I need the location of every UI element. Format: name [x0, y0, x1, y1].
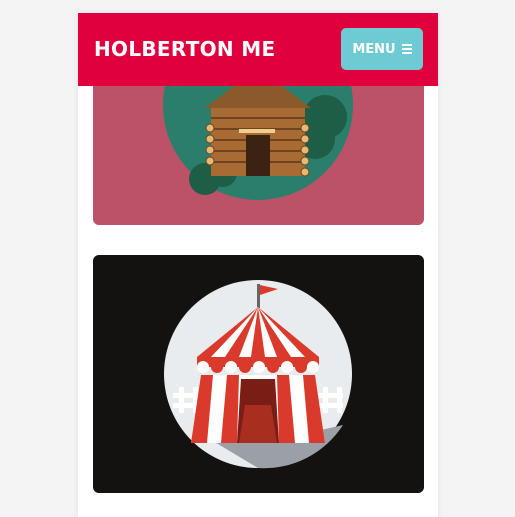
menu-label: MENU: [352, 41, 396, 57]
hamburger-icon: [401, 44, 412, 54]
menu-button[interactable]: MENU: [341, 28, 423, 70]
site-brand[interactable]: HOLBERTON ME: [94, 37, 275, 61]
circus-tent-icon: [164, 280, 352, 469]
portfolio-card-circus[interactable]: [93, 255, 424, 493]
page-container: HOLBERTON ME MENU: [78, 13, 438, 517]
site-header: HOLBERTON ME MENU: [78, 13, 438, 86]
